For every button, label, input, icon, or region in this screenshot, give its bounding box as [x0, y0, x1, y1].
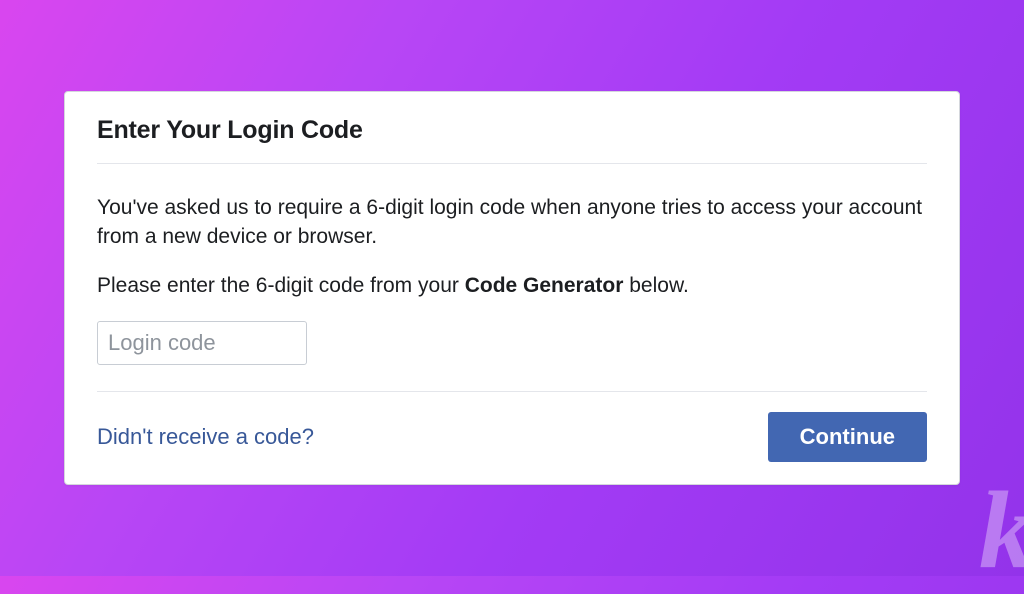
instruction-suffix: below.	[623, 274, 688, 297]
code-generator-label: Code Generator	[465, 274, 624, 297]
no-code-link[interactable]: Didn't receive a code?	[97, 424, 314, 450]
login-code-dialog: Enter Your Login Code You've asked us to…	[64, 91, 960, 485]
instruction-text-1: You've asked us to require a 6-digit log…	[97, 194, 927, 252]
divider-bottom	[97, 391, 927, 392]
watermark: k	[979, 467, 1024, 594]
instruction-text-2: Please enter the 6-digit code from your …	[97, 272, 927, 301]
dialog-title: Enter Your Login Code	[97, 116, 927, 145]
divider-top	[97, 163, 927, 164]
login-code-input[interactable]	[97, 321, 307, 365]
instruction-prefix: Please enter the 6-digit code from your	[97, 274, 465, 297]
continue-button[interactable]: Continue	[768, 412, 927, 462]
dialog-footer: Didn't receive a code? Continue	[97, 412, 927, 462]
